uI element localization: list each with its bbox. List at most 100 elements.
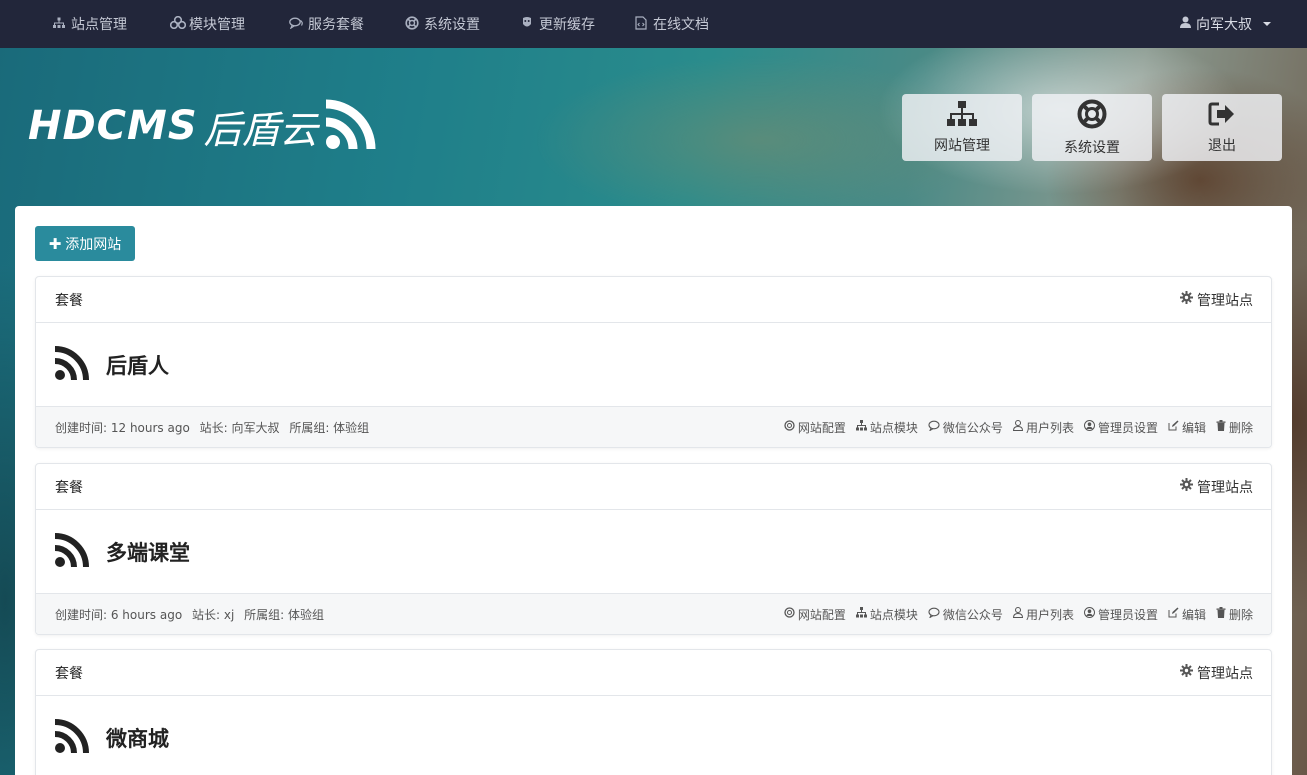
trash-icon <box>1216 607 1226 621</box>
action-label: 删除 <box>1228 420 1253 435</box>
rss-icon <box>324 97 378 155</box>
wechat-link[interactable]: 微信公众号 <box>928 419 1003 436</box>
site-modules-link[interactable]: 站点模块 <box>855 419 918 436</box>
cubes-icon <box>169 15 187 32</box>
action-label: 编辑 <box>1181 607 1206 622</box>
top-navbar: 站点管理 模块管理 服务套餐 系统设置 更新缓存 在线文档 向军大叔 <box>0 0 1307 48</box>
manage-site-label: 管理站点 <box>1197 479 1253 496</box>
manage-site-label: 管理站点 <box>1197 665 1253 682</box>
hero-button-label: 网站管理 <box>934 137 990 154</box>
card-body: 后盾人 <box>36 323 1271 406</box>
manage-site-link[interactable]: 管理站点 <box>1180 477 1253 497</box>
sitemap-icon <box>52 17 66 32</box>
action-label: 微信公众号 <box>942 607 1003 622</box>
site-name: 微商城 <box>106 726 169 751</box>
hero-site-manage-button[interactable]: 网站管理 <box>902 94 1022 161</box>
lifering-icon <box>784 607 795 621</box>
admin-settings-link[interactable]: 管理员设置 <box>1083 606 1158 623</box>
sign-out-icon <box>1208 101 1236 135</box>
add-site-button[interactable]: ✚ 添加网站 <box>35 226 135 261</box>
edit-link[interactable]: 编辑 <box>1168 419 1206 436</box>
user-menu[interactable]: 向军大叔 <box>1180 0 1271 48</box>
user-circle-icon <box>1083 607 1095 621</box>
site-meta: 创建时间: 12 hours ago 站长: 向军大叔 所属组: 体验组 <box>55 419 375 436</box>
nav-item-modules[interactable]: 模块管理 <box>169 0 245 48</box>
site-config-link[interactable]: 网站配置 <box>784 419 846 436</box>
delete-link[interactable]: 删除 <box>1216 606 1253 623</box>
nav-label: 系统设置 <box>424 17 480 33</box>
site-actions: 网站配置 站点模块 微信公众号 用户列表 管理员设置 编辑 删除 <box>784 419 1253 436</box>
nav-label: 模块管理 <box>189 17 245 33</box>
cache-icon <box>520 16 534 32</box>
manage-site-link[interactable]: 管理站点 <box>1180 290 1253 310</box>
user-list-link[interactable]: 用户列表 <box>1012 606 1074 623</box>
logo-latin: HDCMS <box>28 103 198 149</box>
lifering-icon <box>784 420 795 434</box>
user-icon <box>1012 420 1023 434</box>
user-icon <box>1012 607 1023 621</box>
site-owner: 站长: 向军大叔 <box>199 420 280 435</box>
wechat-link[interactable]: 微信公众号 <box>928 606 1003 623</box>
gear-icon <box>1180 664 1193 681</box>
admin-settings-link[interactable]: 管理员设置 <box>1083 419 1158 436</box>
nav-label: 服务套餐 <box>308 17 364 33</box>
plus-icon: ✚ <box>48 234 62 253</box>
site-meta: 创建时间: 6 hours ago 站长: xj 所属组: 体验组 <box>55 606 330 623</box>
logo: HDCMS 后盾云 <box>28 96 378 156</box>
card-header: 套餐 管理站点 <box>36 650 1271 696</box>
edit-link[interactable]: 编辑 <box>1168 606 1206 623</box>
logo-cn: 后盾云 <box>203 107 318 152</box>
hero-settings-button[interactable]: 系统设置 <box>1032 94 1152 161</box>
site-config-link[interactable]: 网站配置 <box>784 606 846 623</box>
action-label: 站点模块 <box>869 607 918 622</box>
nav-item-settings[interactable]: 系统设置 <box>405 0 480 48</box>
package-label: 套餐 <box>55 292 83 309</box>
site-card: 套餐 管理站点 后盾人 创建时间: 12 hours ago 站长: 向军大叔 … <box>35 276 1272 448</box>
action-label: 用户列表 <box>1025 420 1074 435</box>
package-label: 套餐 <box>55 665 83 682</box>
card-header: 套餐 管理站点 <box>36 277 1271 323</box>
card-header: 套餐 管理站点 <box>36 464 1271 510</box>
hero-logout-button[interactable]: 退出 <box>1162 94 1282 161</box>
sitemap-icon <box>855 607 867 621</box>
manage-site-link[interactable]: 管理站点 <box>1180 663 1253 683</box>
action-label: 编辑 <box>1181 420 1206 435</box>
site-actions: 网站配置 站点模块 微信公众号 用户列表 管理员设置 编辑 删除 <box>784 606 1253 623</box>
comment-icon <box>928 420 940 434</box>
action-label: 用户列表 <box>1025 607 1074 622</box>
site-card: 套餐 管理站点 微商城 <box>35 649 1272 775</box>
created-time: 创建时间: 6 hours ago <box>55 607 183 622</box>
nav-item-cache[interactable]: 更新缓存 <box>520 0 595 48</box>
comments-icon <box>289 17 303 32</box>
user-name: 向军大叔 <box>1196 17 1252 33</box>
lifering-icon <box>1077 99 1107 137</box>
add-site-label: 添加网站 <box>65 236 122 253</box>
user-list-link[interactable]: 用户列表 <box>1012 419 1074 436</box>
card-footer: 创建时间: 6 hours ago 站长: xj 所属组: 体验组 网站配置 站… <box>36 593 1271 634</box>
nav-item-docs[interactable]: 在线文档 <box>634 0 709 48</box>
chevron-down-icon <box>1263 22 1271 26</box>
rss-icon <box>54 718 90 758</box>
nav-item-sites[interactable]: 站点管理 <box>52 0 127 48</box>
action-label: 管理员设置 <box>1097 420 1158 435</box>
site-modules-link[interactable]: 站点模块 <box>855 606 918 623</box>
trash-icon <box>1216 420 1226 434</box>
sitemap-icon <box>855 420 867 434</box>
nav-label: 站点管理 <box>71 17 127 33</box>
site-group: 所属组: 体验组 <box>244 607 324 622</box>
action-label: 站点模块 <box>869 420 918 435</box>
action-label: 网站配置 <box>797 607 846 622</box>
site-card: 套餐 管理站点 多端课堂 创建时间: 6 hours ago 站长: xj 所属… <box>35 463 1272 635</box>
action-label: 管理员设置 <box>1097 607 1158 622</box>
lifering-icon <box>405 15 419 33</box>
card-body: 多端课堂 <box>36 510 1271 593</box>
edit-icon <box>1168 420 1179 434</box>
main-panel: ✚ 添加网站 套餐 管理站点 后盾人 创建时间: 12 hours ago 站长… <box>15 206 1292 775</box>
delete-link[interactable]: 删除 <box>1216 419 1253 436</box>
site-name: 多端课堂 <box>106 540 190 565</box>
action-label: 删除 <box>1228 607 1253 622</box>
hero-button-label: 系统设置 <box>1064 139 1120 156</box>
nav-item-packages[interactable]: 服务套餐 <box>289 0 364 48</box>
package-label: 套餐 <box>55 479 83 496</box>
rss-icon <box>54 345 90 385</box>
